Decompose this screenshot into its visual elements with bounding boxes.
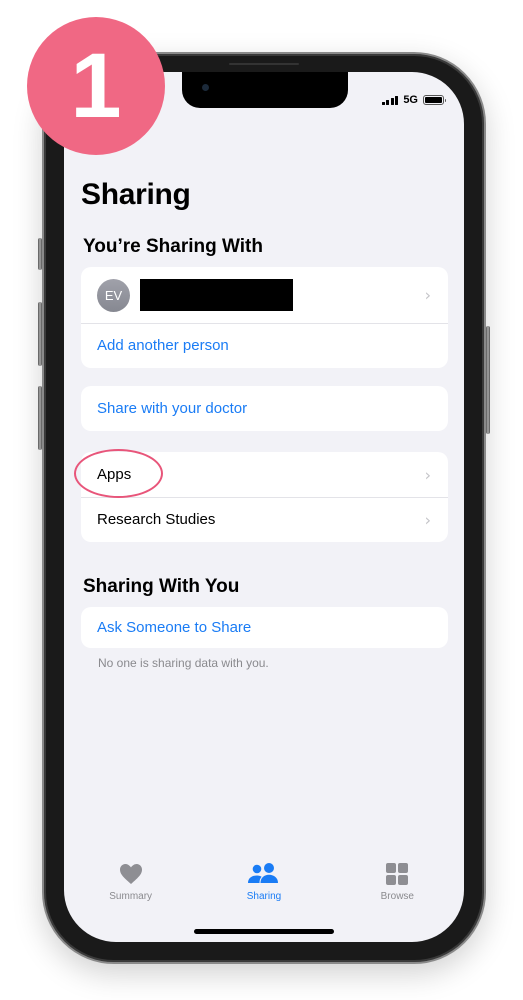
tab-label: Summary	[109, 891, 153, 902]
people-icon	[247, 863, 278, 883]
tab-browse[interactable]: Browse	[331, 862, 464, 902]
silent-switch	[38, 238, 42, 270]
chevron-right-icon: ›	[424, 465, 431, 484]
sharing-footnote: No one is sharing data with you.	[98, 656, 269, 670]
apps-highlight-annotation	[74, 449, 163, 498]
heart-icon	[119, 864, 142, 884]
chevron-right-icon: ›	[424, 510, 431, 529]
sharing-with-card: EV › Add another person	[81, 267, 448, 368]
phone-screen: 5G Sharing You’re Sharing With EV › Add …	[64, 72, 464, 942]
shared-person-row[interactable]: EV ›	[81, 267, 448, 323]
research-studies-label: Research Studies	[97, 511, 216, 528]
signal-icon	[381, 95, 399, 105]
share-with-doctor-button[interactable]: Share with your doctor	[81, 386, 448, 431]
tab-summary[interactable]: Summary	[64, 862, 197, 902]
section-title-sharing-with: You’re Sharing With	[83, 236, 263, 257]
ask-someone-to-share-button[interactable]: Ask Someone to Share	[81, 607, 448, 648]
research-studies-row[interactable]: Research Studies ›	[81, 497, 448, 542]
tab-label: Browse	[380, 891, 414, 902]
tab-label: Sharing	[246, 891, 282, 902]
notch	[182, 72, 348, 108]
volume-up-button	[38, 302, 42, 366]
volume-down-button	[38, 386, 42, 450]
add-another-person-button[interactable]: Add another person	[81, 323, 448, 368]
tab-bar: Summary Sharing Browse	[64, 862, 464, 902]
tab-sharing[interactable]: Sharing	[197, 862, 330, 902]
speaker-grille	[229, 63, 299, 65]
step-number-badge: 1	[27, 17, 165, 155]
avatar: EV	[97, 278, 130, 312]
home-indicator[interactable]	[194, 929, 334, 934]
status-bar: 5G	[381, 94, 446, 106]
battery-icon	[423, 95, 446, 105]
ask-card: Ask Someone to Share	[81, 607, 448, 648]
redacted-name	[140, 279, 293, 311]
doctor-card: Share with your doctor	[81, 386, 448, 431]
chevron-right-icon: ›	[424, 285, 431, 305]
network-label: 5G	[403, 94, 418, 106]
grid-icon	[386, 863, 409, 885]
power-button	[486, 326, 490, 434]
page-title: Sharing	[81, 178, 191, 211]
camera-icon	[202, 84, 209, 91]
section-title-sharing-with-you: Sharing With You	[83, 576, 240, 597]
